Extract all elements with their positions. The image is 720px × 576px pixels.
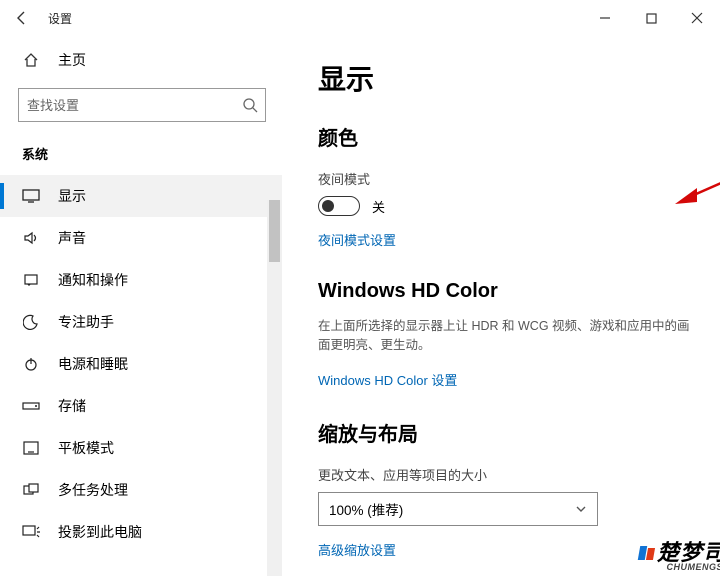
sidebar-scrollbar[interactable] bbox=[267, 200, 282, 576]
sidebar-item-label: 显示 bbox=[58, 186, 86, 206]
watermark-text: 楚梦司 bbox=[657, 542, 720, 564]
project-icon bbox=[22, 523, 40, 541]
hd-color-description: 在上面所选择的显示器上让 HDR 和 WCG 视频、游戏和应用中的画面更明亮、更… bbox=[318, 317, 698, 356]
sidebar-item-label: 平板模式 bbox=[58, 438, 114, 458]
sidebar: 主页 系统 显示 声音 通知和操作 专注助手 bbox=[0, 36, 282, 576]
speaker-icon bbox=[22, 229, 40, 247]
scale-dropdown[interactable]: 100% (推荐) bbox=[318, 492, 598, 526]
sidebar-item-label: 多任务处理 bbox=[58, 480, 128, 500]
sidebar-item-label: 通知和操作 bbox=[58, 270, 128, 290]
sidebar-item-power-sleep[interactable]: 电源和睡眠 bbox=[0, 343, 282, 385]
minimize-button[interactable] bbox=[582, 3, 628, 33]
night-light-state: 关 bbox=[372, 197, 385, 216]
sidebar-item-tablet-mode[interactable]: 平板模式 bbox=[0, 427, 282, 469]
sidebar-item-focus-assist[interactable]: 专注助手 bbox=[0, 301, 282, 343]
section-hd-heading: Windows HD Color bbox=[318, 280, 698, 303]
sidebar-section-label: 系统 bbox=[0, 144, 282, 163]
title-bar: 设置 bbox=[0, 0, 720, 36]
close-button[interactable] bbox=[674, 3, 720, 33]
night-light-settings-link[interactable]: 夜间模式设置 bbox=[318, 230, 396, 249]
sidebar-nav: 显示 声音 通知和操作 专注助手 电源和睡眠 存储 bbox=[0, 175, 282, 553]
page-title: 显示 bbox=[318, 58, 698, 98]
maximize-button[interactable] bbox=[628, 3, 674, 33]
sidebar-item-notifications[interactable]: 通知和操作 bbox=[0, 259, 282, 301]
window-title: 设置 bbox=[48, 10, 72, 27]
watermark-logo-icon bbox=[636, 546, 654, 564]
sidebar-home-label: 主页 bbox=[58, 50, 86, 70]
power-icon bbox=[22, 355, 40, 373]
sidebar-item-display[interactable]: 显示 bbox=[0, 175, 282, 217]
sidebar-home[interactable]: 主页 bbox=[0, 40, 282, 80]
back-button[interactable] bbox=[10, 6, 34, 30]
night-light-toggle[interactable] bbox=[318, 196, 360, 216]
sidebar-item-label: 存储 bbox=[58, 396, 86, 416]
hd-color-settings-link[interactable]: Windows HD Color 设置 bbox=[318, 370, 457, 389]
sidebar-item-multitasking[interactable]: 多任务处理 bbox=[0, 469, 282, 511]
section-color-heading: 颜色 bbox=[318, 122, 698, 151]
sidebar-item-label: 电源和睡眠 bbox=[58, 354, 128, 374]
scale-dropdown-value: 100% (推荐) bbox=[329, 499, 403, 519]
multitask-icon bbox=[22, 481, 40, 499]
sidebar-item-label: 投影到此电脑 bbox=[58, 522, 142, 542]
notification-icon bbox=[22, 271, 40, 289]
sidebar-item-projecting[interactable]: 投影到此电脑 bbox=[0, 511, 282, 553]
main-panel: 显示 颜色 夜间模式 关 夜间模式设置 Windows HD Color 在上面… bbox=[282, 36, 720, 576]
monitor-icon bbox=[22, 187, 40, 205]
sidebar-item-sound[interactable]: 声音 bbox=[0, 217, 282, 259]
sidebar-item-label: 专注助手 bbox=[58, 312, 114, 332]
home-icon bbox=[22, 52, 40, 68]
chevron-down-icon bbox=[575, 503, 587, 515]
search-icon bbox=[242, 97, 258, 113]
advanced-scaling-link[interactable]: 高级缩放设置 bbox=[318, 540, 396, 559]
section-scale-heading: 缩放与布局 bbox=[318, 418, 698, 447]
night-light-label: 夜间模式 bbox=[318, 169, 698, 188]
search-input[interactable] bbox=[18, 88, 266, 122]
scale-label: 更改文本、应用等项目的大小 bbox=[318, 465, 698, 484]
storage-icon bbox=[22, 397, 40, 415]
search-wrap bbox=[18, 88, 266, 122]
sidebar-item-storage[interactable]: 存储 bbox=[0, 385, 282, 427]
moon-icon bbox=[22, 313, 40, 331]
watermark: 楚梦司 CHUMENGSI bbox=[636, 542, 720, 572]
scrollbar-thumb[interactable] bbox=[269, 200, 280, 262]
sidebar-item-label: 声音 bbox=[58, 228, 86, 248]
tablet-icon bbox=[22, 439, 40, 457]
